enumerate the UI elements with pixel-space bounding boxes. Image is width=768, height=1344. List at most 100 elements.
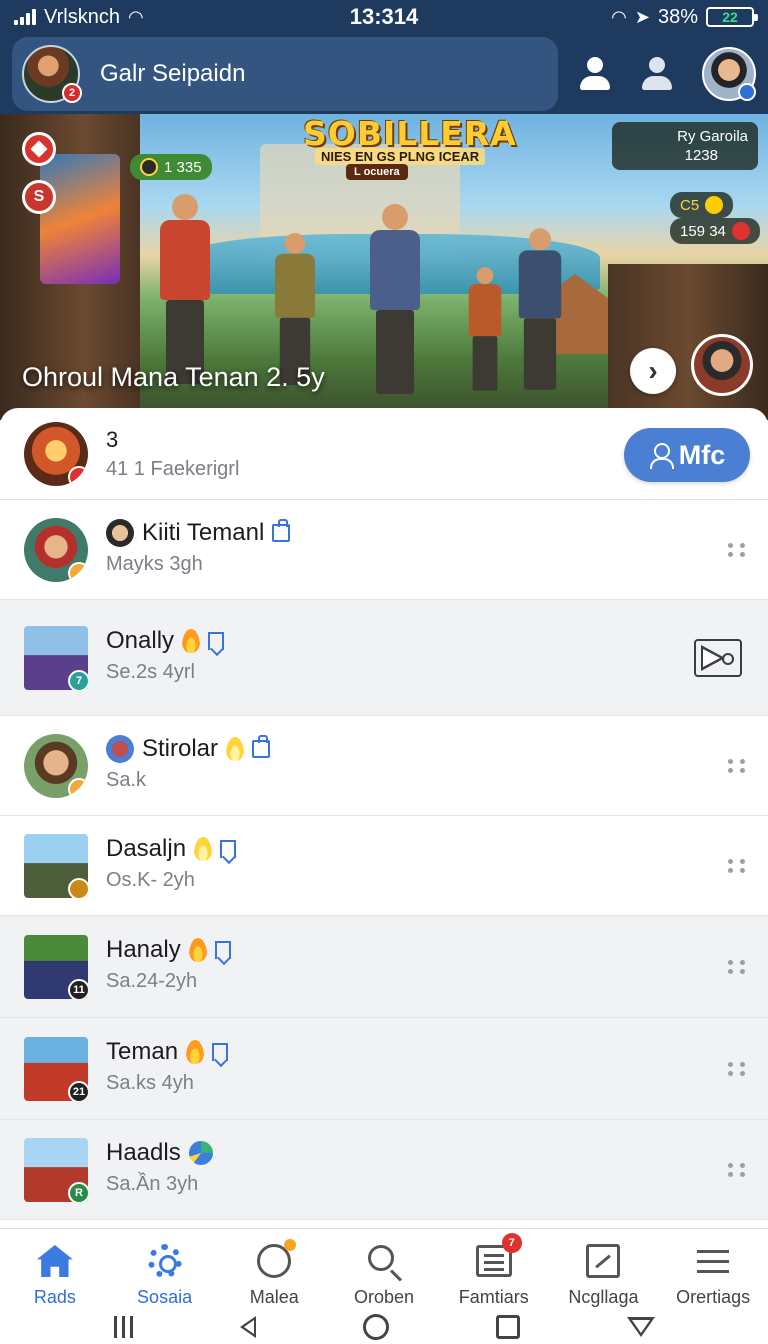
- more-options-icon[interactable]: [728, 960, 746, 974]
- friend-avatar[interactable]: 21: [24, 1037, 88, 1101]
- friend-status: Sa.24-2yh: [106, 970, 198, 992]
- friend-row[interactable]: 21 Teman Sa.ks 4yh: [0, 1018, 768, 1120]
- bookmark-icon[interactable]: [208, 632, 225, 650]
- friend-row[interactable]: Kiiti Temanl Mayks 3gh: [0, 500, 768, 600]
- friend-name-line: Onally: [106, 625, 225, 657]
- nav-item-sosaia[interactable]: Sosaia: [110, 1229, 220, 1310]
- score-chip: 1 335: [130, 154, 212, 180]
- nav-item-rads[interactable]: Rads: [0, 1229, 110, 1310]
- system-navigation: [0, 1310, 768, 1344]
- nav-item-malea[interactable]: Malea: [219, 1229, 329, 1310]
- nav-icon-box: [364, 1241, 404, 1281]
- shop-icon[interactable]: S: [22, 180, 56, 214]
- flame-icon: [182, 629, 201, 653]
- ball-icon: [257, 1239, 297, 1278]
- friend-avatar[interactable]: R: [24, 1138, 88, 1202]
- arcade-cabinet-right: [608, 264, 768, 420]
- friend-name-line: Kiiti Temanl: [106, 517, 291, 549]
- more-options-icon[interactable]: [728, 1062, 746, 1076]
- contacts-icon[interactable]: [640, 57, 674, 91]
- friend-row[interactable]: Stirolar Sa.k: [0, 716, 768, 816]
- friend-texts: Stirolar Sa.k: [106, 733, 271, 792]
- flame-icon: [194, 837, 213, 861]
- friend-row[interactable]: R Haadls Sa.Ần 3yh: [0, 1120, 768, 1220]
- nav-label: Orertiags: [676, 1287, 751, 1307]
- friend-name: Hanaly: [106, 936, 181, 963]
- featured-subtitle: 41 1 Faekerigrl: [106, 458, 240, 480]
- friend-avatar[interactable]: [24, 518, 88, 582]
- hide-keyboard-icon[interactable]: [626, 1317, 655, 1337]
- bookmark-icon[interactable]: [214, 941, 231, 959]
- avatar-status-badge: 11: [68, 979, 88, 999]
- nav-item-oroben[interactable]: Oroben: [329, 1229, 439, 1310]
- nav-label: Famtiars: [458, 1287, 529, 1307]
- friend-status: Se.2s 4yrl: [106, 661, 195, 683]
- nav-icon-box: [145, 1241, 185, 1281]
- bookmark-icon[interactable]: [212, 1043, 229, 1061]
- home-circle-icon[interactable]: [362, 1314, 389, 1340]
- friend-avatar[interactable]: [24, 734, 88, 798]
- friend-texts: Teman Sa.ks 4yh: [106, 1036, 229, 1095]
- bookmark-icon[interactable]: [220, 840, 237, 858]
- avatar-status-badge: [68, 778, 88, 798]
- nav-item-orertiags[interactable]: Orertiags: [658, 1229, 768, 1310]
- photo-icon: [586, 1244, 621, 1278]
- game-banner[interactable]: SOBILLERA NIES EN GS PLNG ICEAR L ocuera…: [0, 114, 768, 420]
- friend-row[interactable]: 11 Hanaly Sa.24-2yh: [0, 916, 768, 1018]
- add-friend-button[interactable]: Mfc: [624, 428, 750, 482]
- friend-avatar[interactable]: [24, 834, 88, 898]
- player-avatar[interactable]: [691, 334, 753, 396]
- header-title: Galr Seipaidn: [100, 60, 246, 87]
- mini-avatar-icon: [106, 519, 134, 547]
- friend-name: Onally: [106, 627, 175, 654]
- gem-icon[interactable]: [22, 132, 56, 166]
- score-value: 1 335: [164, 158, 202, 176]
- more-options-icon[interactable]: [728, 543, 746, 557]
- avatar-badge: 2: [62, 83, 82, 103]
- ruby-icon: [731, 222, 750, 240]
- mini-avatar-icon: [106, 735, 134, 763]
- avatar-status-badge: [68, 562, 88, 582]
- avatar-status-badge: 7: [68, 670, 88, 690]
- friend-status: Mayks 3gh: [106, 553, 203, 575]
- nav-label: Sosaia: [137, 1287, 193, 1307]
- friend-avatar[interactable]: 7: [24, 626, 88, 690]
- location-icon: ➤: [634, 6, 650, 27]
- friend-name: Kiiti Temanl: [142, 519, 265, 546]
- video-call-icon[interactable]: [694, 639, 742, 677]
- opponent-card[interactable]: Ry Garoila 1238: [612, 122, 758, 170]
- globe-icon[interactable]: [188, 1141, 213, 1165]
- nav-icon-box: [583, 1241, 623, 1281]
- score-icon: [140, 158, 158, 176]
- friends-icon[interactable]: [578, 57, 612, 91]
- opponent-score: 1238: [684, 147, 718, 164]
- friend-avatar[interactable]: 11: [24, 935, 88, 999]
- friend-texts: Dasaljn Os.K- 2yh: [106, 833, 237, 892]
- more-options-icon[interactable]: [728, 1163, 746, 1177]
- user-avatar[interactable]: [702, 47, 756, 101]
- friend-name: Haadls: [106, 1139, 181, 1166]
- overview-icon[interactable]: [495, 1315, 520, 1339]
- friend-name: Dasaljn: [106, 835, 187, 862]
- status-time: 13:314: [349, 4, 419, 29]
- nav-item-famtiars[interactable]: 7 Famtiars: [439, 1229, 549, 1310]
- bag-icon[interactable]: [272, 519, 291, 542]
- profile-pill[interactable]: 2 Galr Seipaidn: [12, 37, 558, 111]
- bag-icon[interactable]: [252, 735, 271, 758]
- recents-icon[interactable]: [113, 1316, 133, 1338]
- featured-row[interactable]: 3 41 1 Faekerigrl Mfc: [0, 408, 768, 500]
- friend-texts: Haadls Sa.Ần 3yh: [106, 1137, 213, 1196]
- nav-item-ncgllaga[interactable]: Ncgllaga: [549, 1229, 659, 1310]
- nav-label: Rads: [33, 1287, 76, 1307]
- chevron-right-icon[interactable]: ›: [630, 348, 676, 394]
- more-options-icon[interactable]: [728, 859, 746, 873]
- nav-icon-box: 7: [474, 1233, 522, 1281]
- avatar-status-badge: 21: [68, 1081, 88, 1101]
- profile-avatar[interactable]: 2: [22, 45, 82, 103]
- friend-row[interactable]: Dasaljn Os.K- 2yh: [0, 816, 768, 916]
- soldier-figure: [150, 194, 220, 384]
- soldier-figure: [510, 228, 570, 390]
- back-icon[interactable]: [239, 1316, 256, 1338]
- friend-row[interactable]: 7 Onally Se.2s 4yrl: [0, 600, 768, 716]
- more-options-icon[interactable]: [728, 759, 746, 773]
